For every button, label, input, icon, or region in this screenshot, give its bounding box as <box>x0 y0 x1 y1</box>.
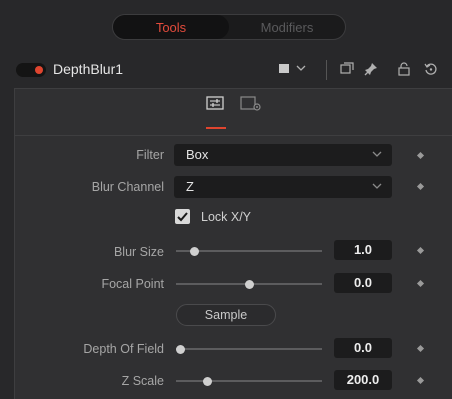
tool-enable-toggle[interactable] <box>16 63 46 77</box>
panel-divider <box>15 135 452 136</box>
tab-tools[interactable]: Tools <box>113 15 229 39</box>
blur-channel-label: Blur Channel <box>91 180 164 194</box>
enabled-indicator-icon <box>35 66 43 74</box>
filter-dropdown[interactable]: Box <box>174 144 392 166</box>
lock-icon[interactable] <box>398 62 410 80</box>
depth-of-field-input[interactable]: 0.0 <box>334 338 392 358</box>
z-scale-slider[interactable] <box>176 377 322 386</box>
filter-label: Filter <box>136 148 164 162</box>
active-subtab-indicator <box>206 127 226 129</box>
header-divider <box>326 60 327 80</box>
z-scale-input[interactable]: 200.0 <box>334 370 392 390</box>
tab-modifiers[interactable]: Modifiers <box>229 15 345 39</box>
tool-header: DepthBlur1 <box>6 50 452 88</box>
color-square-icon[interactable] <box>278 62 290 78</box>
reset-icon[interactable] <box>424 62 438 80</box>
depth-of-field-slider[interactable] <box>176 345 322 354</box>
blur-channel-dropdown[interactable]: Z <box>174 176 392 198</box>
blur-size-input[interactable]: 1.0 <box>334 240 392 260</box>
focal-point-input[interactable]: 0.0 <box>334 273 392 293</box>
focal-point-slider-thumb[interactable] <box>245 280 254 289</box>
focal-point-label: Focal Point <box>101 277 164 291</box>
checkmark-icon <box>177 212 188 222</box>
chevron-down-icon <box>372 144 382 166</box>
lock-xy-label: Lock X/Y <box>201 210 252 224</box>
chevron-down-icon[interactable] <box>296 62 306 78</box>
chevron-down-icon <box>372 176 382 198</box>
filter-value: Box <box>186 147 209 162</box>
settings-tab-icon[interactable] <box>240 96 262 111</box>
focal-point-slider[interactable] <box>176 280 322 289</box>
depth-of-field-label: Depth Of Field <box>83 342 164 356</box>
lock-xy-checkbox[interactable] <box>175 209 190 224</box>
tools-modifiers-tabs: Tools Modifiers <box>112 14 346 40</box>
z-scale-label: Z Scale <box>121 374 164 388</box>
blur-channel-value: Z <box>186 179 194 194</box>
window-icon[interactable] <box>340 62 354 78</box>
tool-name: DepthBlur1 <box>53 61 124 77</box>
blur-size-label: Blur Size <box>113 245 164 259</box>
z-scale-slider-thumb[interactable] <box>202 377 212 386</box>
sample-button[interactable]: Sample <box>176 304 276 326</box>
controls-tab-icon[interactable] <box>206 96 224 110</box>
blur-size-slider-thumb[interactable] <box>189 247 199 256</box>
pin-icon[interactable] <box>364 62 378 80</box>
blur-size-slider[interactable] <box>176 247 322 256</box>
